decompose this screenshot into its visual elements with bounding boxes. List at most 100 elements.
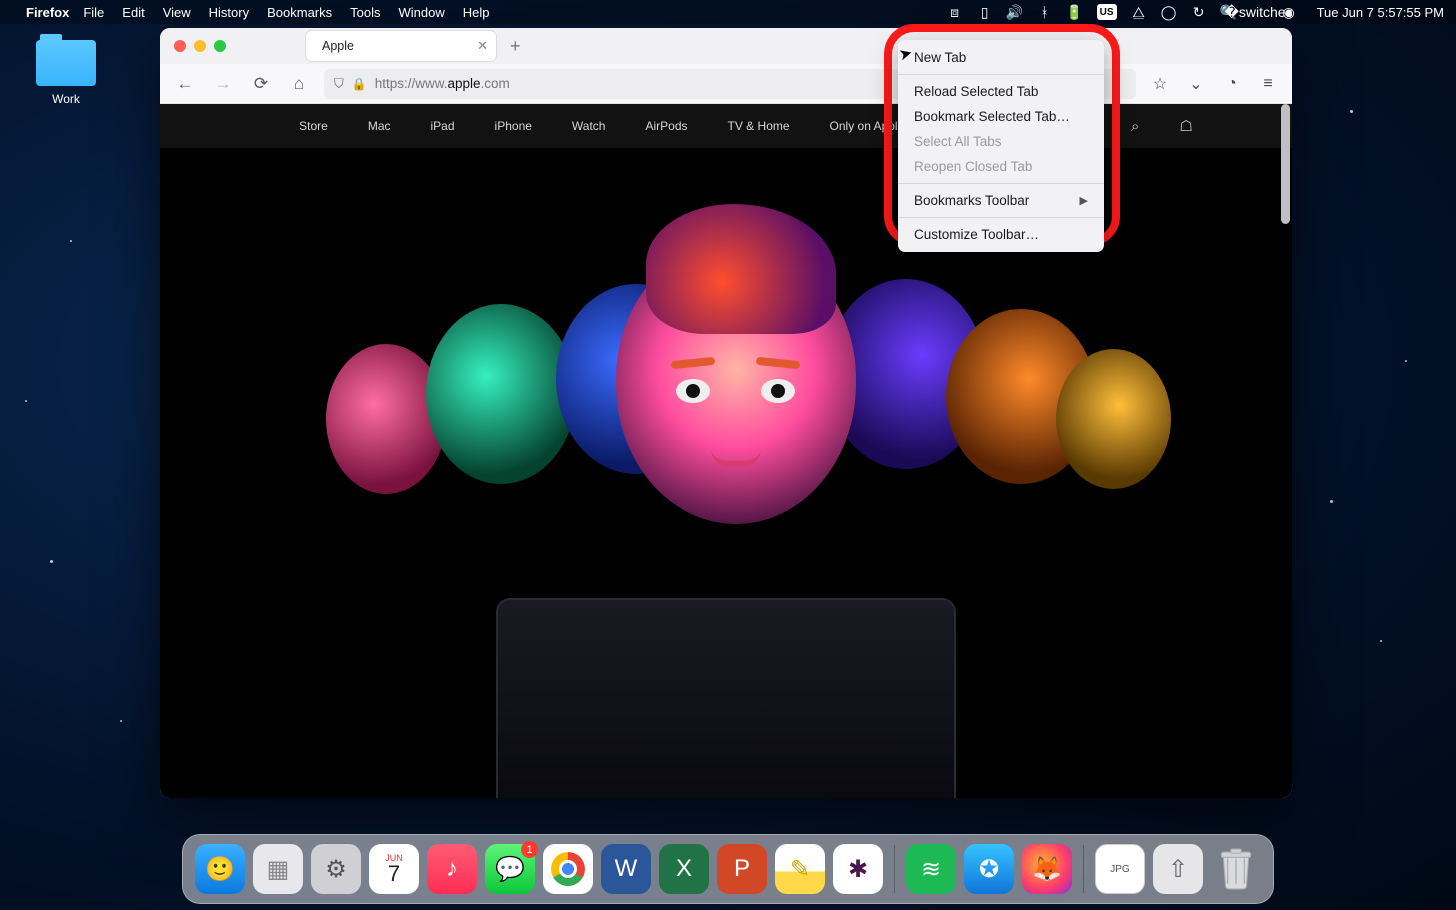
- page-content: Store Mac iPad iPhone Watch AirPods TV &…: [160, 104, 1292, 798]
- url-tld: .com: [481, 76, 510, 91]
- tab-title: Apple: [322, 39, 354, 53]
- tab-strip[interactable]: Apple ✕ +: [160, 28, 1292, 64]
- account-icon[interactable]: ◔: [1220, 75, 1244, 93]
- dock-app-finder[interactable]: 🙂: [195, 844, 245, 894]
- nav-airpods[interactable]: AirPods: [645, 119, 687, 133]
- folder-icon: [36, 40, 96, 86]
- cm-separator: [898, 217, 1104, 218]
- cm-bookmark-tab[interactable]: Bookmark Selected Tab…: [898, 104, 1104, 129]
- tracking-shield-icon[interactable]: ⛉: [334, 76, 344, 92]
- cm-customize-toolbar[interactable]: Customize Toolbar…: [898, 222, 1104, 247]
- menu-tools[interactable]: Tools: [350, 5, 380, 20]
- dock-separator: [1083, 845, 1084, 893]
- forward-button[interactable]: →: [210, 74, 236, 94]
- macos-menu-bar: Firefox File Edit View History Bookmarks…: [0, 0, 1456, 24]
- dock-app-excel[interactable]: X: [659, 844, 709, 894]
- window-close-button[interactable]: [174, 40, 186, 52]
- back-button[interactable]: ←: [172, 74, 198, 94]
- hero-laptop-image: [496, 598, 956, 798]
- nav-bag-icon[interactable]: ☖: [1179, 117, 1192, 135]
- dock-app-safari[interactable]: ✪: [964, 844, 1014, 894]
- desktop-folder-work[interactable]: Work: [28, 40, 104, 106]
- cm-reload-tab[interactable]: Reload Selected Tab: [898, 79, 1104, 104]
- cm-new-tab[interactable]: New Tab: [898, 45, 1104, 70]
- page-scrollbar[interactable]: [1281, 104, 1290, 224]
- menu-help[interactable]: Help: [463, 5, 490, 20]
- device-tray-icon[interactable]: ▯: [977, 4, 993, 20]
- desktop-folder-label: Work: [28, 92, 104, 106]
- pocket-icon[interactable]: ⌄: [1184, 74, 1208, 94]
- browser-toolbar: ← → ⟳ ⌂ ⛉ 🔒 https://www.apple.com ☆ ⌄ ◔ …: [160, 64, 1292, 104]
- dock-separator: [894, 845, 895, 893]
- nav-iphone[interactable]: iPhone: [495, 119, 532, 133]
- menu-history[interactable]: History: [209, 5, 249, 20]
- app-menu-button[interactable]: ≡: [1256, 75, 1280, 93]
- new-tab-button[interactable]: +: [510, 36, 521, 57]
- timemachine-tray-icon[interactable]: ↻: [1191, 4, 1207, 20]
- dock-app-utility[interactable]: ⇧: [1153, 844, 1203, 894]
- dock-app-notes[interactable]: ✎: [775, 844, 825, 894]
- dock-app-calendar[interactable]: JUN7: [369, 844, 419, 894]
- wifi-tray-icon[interactable]: ⧋: [1131, 4, 1147, 20]
- dock-app-slack[interactable]: ✱: [833, 844, 883, 894]
- menu-bookmarks[interactable]: Bookmarks: [267, 5, 332, 20]
- dock-app-chrome[interactable]: [543, 844, 593, 894]
- bookmark-star-icon[interactable]: ☆: [1148, 74, 1172, 94]
- dock-app-spotify[interactable]: ≋: [906, 844, 956, 894]
- browser-tab-apple[interactable]: Apple ✕: [306, 31, 496, 61]
- cm-bookmarks-toolbar[interactable]: Bookmarks Toolbar▶: [898, 188, 1104, 213]
- apple-global-nav: Store Mac iPad iPhone Watch AirPods TV &…: [160, 104, 1292, 148]
- user-tray-icon[interactable]: ◯: [1161, 4, 1177, 20]
- dropbox-tray-icon[interactable]: ⧈: [947, 4, 963, 20]
- control-center-tray-icon[interactable]: �switches: [1251, 4, 1267, 20]
- nav-mac[interactable]: Mac: [368, 119, 391, 133]
- reload-button[interactable]: ⟳: [248, 74, 274, 94]
- submenu-chevron-icon: ▶: [1080, 194, 1088, 207]
- menu-view[interactable]: View: [163, 5, 191, 20]
- menu-bar-clock[interactable]: Tue Jun 7 5:57:55 PM: [1317, 5, 1444, 20]
- dock-app-messages[interactable]: 💬1: [485, 844, 535, 894]
- window-traffic-lights: [174, 40, 226, 52]
- siri-tray-icon[interactable]: ◉: [1281, 4, 1297, 20]
- tab-close-icon[interactable]: ✕: [477, 38, 488, 54]
- dock-app-settings[interactable]: ⚙: [311, 844, 361, 894]
- nav-ipad[interactable]: iPad: [431, 119, 455, 133]
- url-scheme: https://www.: [375, 76, 448, 91]
- window-minimize-button[interactable]: [194, 40, 206, 52]
- nav-store[interactable]: Store: [299, 119, 328, 133]
- home-button[interactable]: ⌂: [286, 74, 312, 94]
- battery-tray-icon[interactable]: 🔋: [1067, 4, 1083, 20]
- menu-edit[interactable]: Edit: [122, 5, 144, 20]
- firefox-window: Apple ✕ + ← → ⟳ ⌂ ⛉ 🔒 https://www.apple.…: [160, 28, 1292, 798]
- dock-app-word[interactable]: W: [601, 844, 651, 894]
- dock-trash[interactable]: [1211, 844, 1261, 894]
- tabstrip-context-menu: New Tab Reload Selected Tab Bookmark Sel…: [898, 40, 1104, 252]
- messages-badge: 1: [521, 841, 538, 858]
- menu-file[interactable]: File: [83, 5, 104, 20]
- bluetooth-tray-icon[interactable]: ᚼ: [1037, 4, 1053, 20]
- volume-tray-icon[interactable]: 🔊: [1007, 4, 1023, 20]
- cm-reopen-closed-tab: Reopen Closed Tab: [898, 154, 1104, 179]
- input-source-tray-icon[interactable]: US: [1097, 4, 1117, 20]
- menu-bar-tray: ⧈ ▯ 🔊 ᚼ 🔋 US ⧋ ◯ ↻ 🔍 �switches ◉ Tue Jun…: [947, 4, 1444, 20]
- dock-app-music[interactable]: ♪: [427, 844, 477, 894]
- cm-separator: [898, 74, 1104, 75]
- nav-only-on-apple[interactable]: Only on Apple: [830, 119, 905, 133]
- nav-watch[interactable]: Watch: [572, 119, 606, 133]
- cm-select-all-tabs: Select All Tabs: [898, 129, 1104, 154]
- dock-recent-document[interactable]: JPG: [1095, 844, 1145, 894]
- lock-icon[interactable]: 🔒: [352, 77, 367, 91]
- dock-app-launchpad[interactable]: ▦: [253, 844, 303, 894]
- dock-app-powerpoint[interactable]: P: [717, 844, 767, 894]
- macos-dock: 🙂 ▦ ⚙ JUN7 ♪ 💬1 W X P ✎ ✱ ≋ ✪ 🦊 JPG ⇧: [182, 834, 1274, 904]
- active-app-name[interactable]: Firefox: [26, 5, 69, 20]
- nav-tv-home[interactable]: TV & Home: [728, 119, 790, 133]
- cm-separator: [898, 183, 1104, 184]
- window-fullscreen-button[interactable]: [214, 40, 226, 52]
- trash-icon: [1215, 848, 1257, 890]
- menu-window[interactable]: Window: [399, 5, 445, 20]
- url-host: apple: [448, 76, 481, 91]
- dock-app-firefox[interactable]: 🦊: [1022, 844, 1072, 894]
- nav-search-icon[interactable]: ⌕: [1131, 118, 1139, 135]
- hero-memoji-image: [316, 224, 1136, 604]
